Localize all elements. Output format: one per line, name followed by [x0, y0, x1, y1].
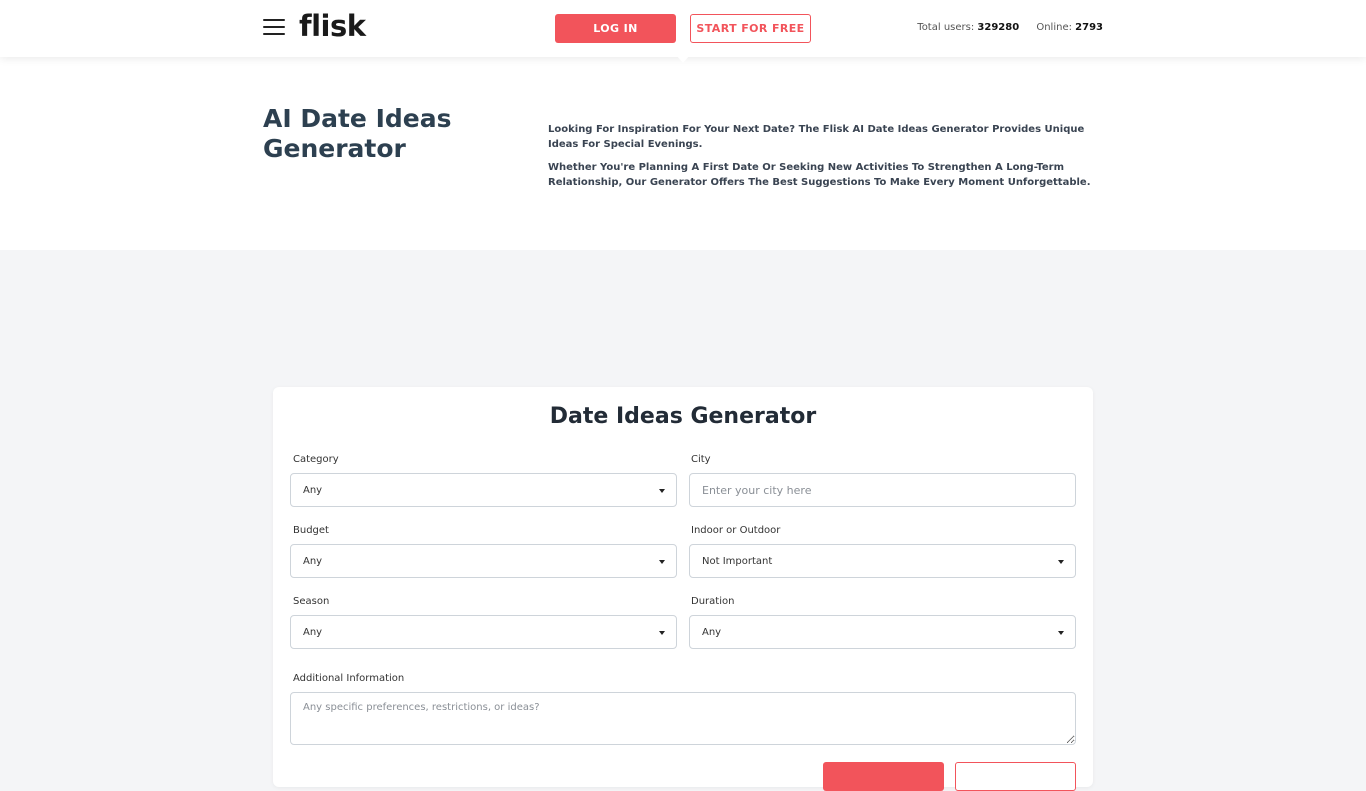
intro-description: Looking For Inspiration For Your Next Da… — [548, 123, 1103, 199]
login-button[interactable]: LOG IN — [555, 14, 676, 43]
logo[interactable]: flisk — [299, 9, 366, 43]
intro-paragraph-2: Whether You're Planning A First Date Or … — [548, 162, 1091, 188]
city-label: City — [691, 454, 711, 465]
intro-paragraph-1: Looking For Inspiration For Your Next Da… — [548, 124, 1085, 150]
duration-label: Duration — [691, 596, 735, 607]
start-for-free-button[interactable]: START FOR FREE — [690, 14, 811, 43]
category-select[interactable]: Any — [290, 473, 677, 507]
category-value: Any — [303, 485, 323, 496]
caret-down-icon — [659, 489, 665, 493]
page-title: AI Date Ideas Generator — [263, 104, 452, 163]
total-users-label: Total users: — [917, 22, 975, 33]
header-pointer — [677, 56, 689, 63]
season-label: Season — [293, 596, 330, 607]
online-value: 2793 — [1075, 22, 1103, 33]
budget-label: Budget — [293, 525, 329, 536]
caret-down-icon — [659, 560, 665, 564]
additional-info-label: Additional Information — [293, 673, 405, 684]
duration-select[interactable]: Any — [689, 615, 1076, 649]
category-label: Category — [293, 454, 339, 465]
indoor-outdoor-value: Not Important — [702, 556, 773, 567]
menu-icon[interactable] — [263, 19, 285, 37]
season-select[interactable]: Any — [290, 615, 677, 649]
generate-button[interactable] — [823, 762, 944, 791]
duration-value: Any — [702, 627, 722, 638]
caret-down-icon — [1058, 631, 1064, 635]
user-stats: Total users: 329280 Online: 2793 — [917, 22, 1103, 33]
top-header: flisk LOG IN START FOR FREE Total users:… — [0, 0, 1366, 57]
generator-card: Date Ideas Generator Category Any City B… — [273, 387, 1093, 791]
intro-section: AI Date Ideas Generator Looking For Insp… — [0, 57, 1366, 250]
budget-select[interactable]: Any — [290, 544, 677, 578]
indoor-outdoor-label: Indoor or Outdoor — [691, 525, 781, 536]
season-value: Any — [303, 627, 323, 638]
secondary-button[interactable] — [955, 762, 1076, 791]
online-label: Online: — [1036, 22, 1072, 33]
indoor-outdoor-select[interactable]: Not Important — [689, 544, 1076, 578]
city-input[interactable] — [689, 473, 1076, 507]
budget-value: Any — [303, 556, 323, 567]
caret-down-icon — [659, 631, 665, 635]
additional-info-textarea[interactable] — [290, 692, 1076, 745]
generator-title: Date Ideas Generator — [549, 404, 817, 429]
caret-down-icon — [1058, 560, 1064, 564]
total-users-value: 329280 — [977, 22, 1020, 33]
